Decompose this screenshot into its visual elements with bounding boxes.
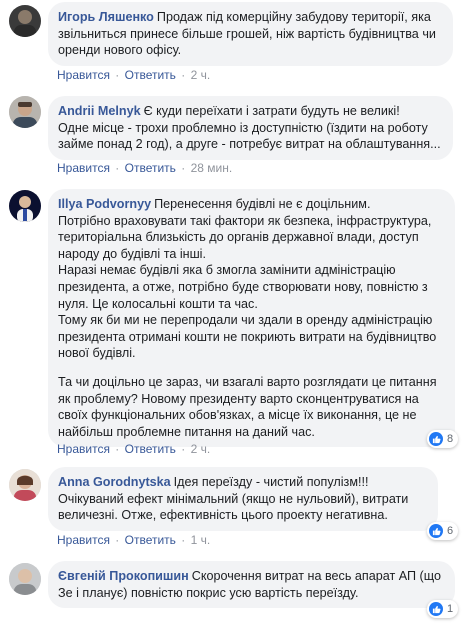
reaction-number: 8 (447, 433, 454, 445)
comment-text: Зе і планує) повністю покрис усю вартіст… (58, 585, 359, 600)
comment-time[interactable]: 28 мин. (191, 161, 233, 175)
comment-text: Та чи доцільно це зараз, чи взагалі варт… (58, 374, 437, 389)
comment-author[interactable]: Євгеній Прокопишин (58, 569, 189, 583)
comment-text: нуля. Це колосальні кошти та час. (58, 296, 258, 311)
comment-text: Перенесення будівлі не є доцільним. (154, 197, 371, 211)
comment-author[interactable]: Игорь Ляшенко (58, 10, 154, 24)
avatar[interactable] (9, 563, 41, 595)
separator: · (115, 442, 120, 456)
comment-bubble: Игорь Ляшенко Продаж під комерційну забуд… (48, 2, 453, 66)
reaction-count[interactable]: 6 (427, 522, 459, 540)
comment-text: величезні. Отже, ефективність цього прое… (58, 508, 388, 523)
separator: · (115, 68, 120, 82)
comment-bubble: Illya Podvornyy Перенесення будівлі не є … (48, 189, 455, 448)
like-link[interactable]: Нравится (57, 533, 110, 547)
comment-text: Ідея переїзду - чистий популізм!!! (173, 475, 369, 489)
reply-link[interactable]: Ответить (125, 442, 176, 456)
separator: · (181, 442, 186, 456)
comment-actions: Нравится · Ответить · 1 ч. (57, 533, 210, 547)
comment-text: територіальна близькість до органів держ… (58, 230, 419, 245)
comment-author[interactable]: Andrii Melnyk (58, 104, 141, 118)
comment-text: займе понад 2 год), а друге - потребує в… (58, 137, 441, 152)
reply-link[interactable]: Ответить (125, 68, 176, 82)
comment-text: Наразі немає будівлі яка б змогла заміни… (58, 263, 396, 278)
comment-text: Одне місце - трохи проблемно із доступні… (58, 120, 428, 135)
comment-text: своїх функціональних обов'язках, а місце… (58, 408, 417, 423)
separator: · (115, 533, 120, 547)
comment-text: Тому як би ми не перепродали чи здали в … (58, 313, 433, 328)
comment-text: нової будівлі. (58, 346, 136, 361)
comment-time[interactable]: 1 ч. (191, 533, 211, 547)
separator: · (181, 68, 186, 82)
comment-text: Продаж під комерційну забудову території… (156, 10, 431, 24)
comment-text: президента, а отже, потрібно буде створю… (58, 279, 428, 294)
like-link[interactable]: Нравится (57, 442, 110, 456)
comment-text: Потрібно враховувати такі фактори як без… (58, 213, 432, 228)
comment-text: народу до будівлі та інші. (58, 246, 206, 261)
reaction-count[interactable]: 1 (427, 600, 459, 618)
comment-actions: Нравится · Ответить · 2 ч. (57, 442, 210, 456)
comment-time[interactable]: 2 ч. (191, 442, 211, 456)
reply-link[interactable]: Ответить (125, 161, 176, 175)
comment-author[interactable]: Anna Gorodnytska (58, 475, 171, 489)
reaction-number: 6 (447, 525, 454, 537)
avatar[interactable] (9, 190, 41, 222)
comment-bubble: Anna Gorodnytska Ідея переїзду - чистий п… (48, 467, 438, 531)
separator: · (181, 533, 186, 547)
like-link[interactable]: Нравится (57, 161, 110, 175)
comment-text: президента отримані кошти не покриють ви… (58, 329, 437, 344)
comment-time[interactable]: 2 ч. (191, 68, 211, 82)
comment-bubble: Євгеній Прокопишин Скорочення витрат на в… (48, 561, 455, 609)
avatar[interactable] (9, 5, 41, 37)
comment-text: Очікуваний ефект мінімальний (якщо не ну… (58, 491, 409, 506)
like-link[interactable]: Нравится (57, 68, 110, 82)
separator: · (181, 161, 186, 175)
comment-text: найбільш проблемне питання на даний час. (58, 424, 315, 439)
avatar[interactable] (9, 96, 41, 128)
comment-text: Є куди переїхати і затрати будуть не вел… (143, 104, 400, 118)
like-reaction-icon (429, 524, 443, 538)
comment-actions: Нравится · Ответить · 2 ч. (57, 68, 210, 82)
like-reaction-icon (429, 602, 443, 616)
like-reaction-icon (429, 432, 443, 446)
avatar[interactable] (9, 469, 41, 501)
reaction-number: 1 (447, 603, 454, 615)
comment-author[interactable]: Illya Podvornyy (58, 197, 151, 211)
comment-bubble: Andrii Melnyk Є куди переїхати і затрати … (48, 96, 453, 160)
comment-actions: Нравится · Ответить · 28 мин. (57, 161, 232, 175)
comment-text: оренди нового офісу. (58, 43, 182, 58)
comment-text: як проблему? Новому президенту варто ско… (58, 391, 419, 406)
reaction-count[interactable]: 8 (427, 430, 459, 448)
comment-text: звільниться принесе більше грошей, ніж в… (58, 26, 436, 41)
separator: · (115, 161, 120, 175)
comment-text: Скорочення витрат на весь апарат АП (що (191, 569, 441, 583)
reply-link[interactable]: Ответить (125, 533, 176, 547)
